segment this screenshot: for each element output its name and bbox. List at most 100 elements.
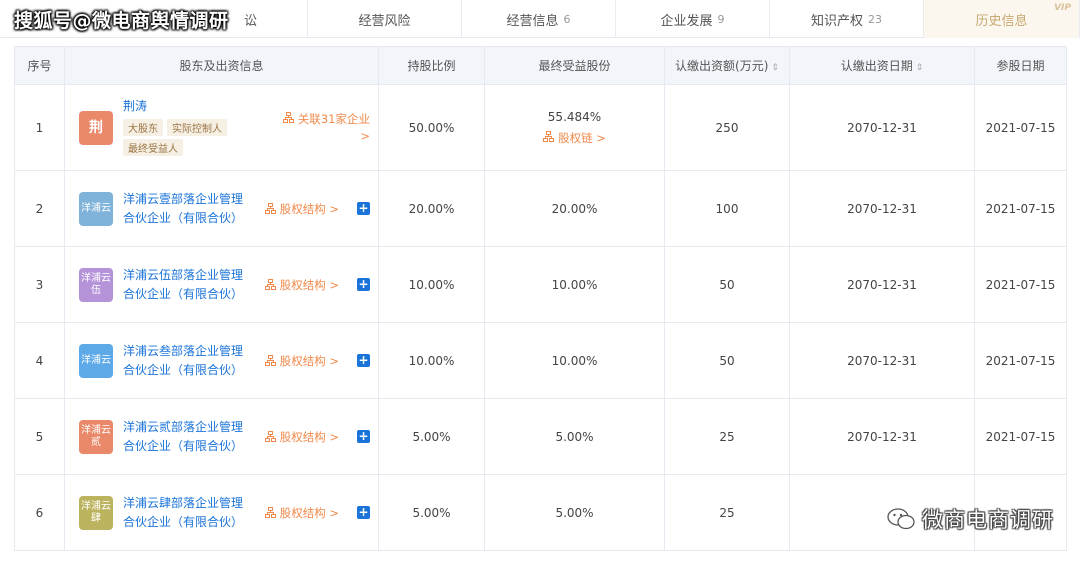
holder-name-link[interactable]: 洋浦云贰部落企业管理合伙企业（有限合伙） (123, 418, 243, 456)
equity-chain-link[interactable]: 股权链 > (485, 130, 664, 146)
org-chart-icon (264, 507, 276, 518)
final-share-value: 20.00% (551, 201, 598, 216)
holder-logo: 洋浦云 (79, 343, 113, 378)
equity-structure-label: 股权结构 > (279, 277, 339, 292)
tab-ip[interactable]: 知识产权 23 (770, 0, 924, 38)
cell-final-share: 10.00% (484, 322, 665, 399)
holder-logo: 洋浦云 (79, 191, 113, 226)
expand-plus-icon[interactable]: + (357, 430, 370, 443)
cell-index: 4 (14, 322, 65, 399)
cell-join-date: 2021-07-15 (974, 246, 1067, 323)
tab-business-risk[interactable]: 经营风险 (308, 0, 462, 38)
holder-logo: 洋浦云伍 (79, 267, 113, 302)
equity-structure-label: 股权结构 > (279, 353, 339, 368)
final-share-value: 10.00% (551, 353, 598, 368)
final-share-value: 5.00% (555, 429, 594, 444)
sort-icon[interactable]: ⇕ (771, 63, 779, 73)
cell-amount: 25 (664, 398, 790, 475)
cell-ratio: 10.00% (378, 246, 485, 323)
cell-amount: 50 (664, 322, 790, 399)
tab-development[interactable]: 企业发展 9 (616, 0, 770, 38)
tab-label: 历史信息 (975, 13, 1028, 29)
equity-structure-label: 股权结构 > (279, 201, 339, 216)
watermark: 微商电商调研 (886, 504, 1054, 534)
related-companies-link[interactable]: 关联31家企业 > (270, 111, 370, 145)
cell-final-share: 55.484% 股权链 > (484, 84, 665, 171)
watermark-text: 微商电商调研 (922, 508, 1054, 532)
expand-plus-icon[interactable]: + (357, 354, 370, 367)
tab-business-info[interactable]: 经营信息 6 (462, 0, 616, 38)
org-chart-icon (264, 431, 276, 442)
holder-tags: 大股东 实际控制人 最终受益人 (123, 118, 263, 159)
tab-label: 知识产权 (810, 13, 863, 29)
sort-icon[interactable]: ⇕ (916, 63, 924, 73)
holder-name-link[interactable]: 洋浦云肆部落企业管理合伙企业（有限合伙） (123, 494, 243, 532)
cell-holder: 洋浦云肆 洋浦云肆部落企业管理合伙企业（有限合伙） 股权结构 > + (64, 474, 379, 551)
overlay-title: 搜狐号@微电商舆情调研 (14, 10, 229, 32)
cell-holder: 洋浦云 洋浦云叁部落企业管理合伙企业（有限合伙） 股权结构 > + (64, 322, 379, 399)
vip-badge: VIP (1054, 3, 1071, 13)
tab-history[interactable]: 历史信息 VIP (924, 0, 1080, 38)
header-sub-date[interactable]: 认缴出资日期 ⇕ (789, 46, 975, 85)
tab-count: 6 (563, 12, 571, 26)
org-chart-icon (264, 355, 276, 366)
final-share-value: 55.484% (547, 109, 602, 124)
table-row: 2 洋浦云 洋浦云壹部落企业管理合伙企业（有限合伙） 股权结构 > +20.00% 20.… (14, 170, 1067, 247)
holder-tag: 最终受益人 (123, 138, 183, 156)
cell-index: 3 (14, 246, 65, 323)
tab-label: 讼 (243, 13, 257, 29)
cell-ratio: 5.00% (378, 474, 485, 551)
shareholder-table: 序号 股东及出资信息 持股比例 最终受益股份 认缴出资额(万元) ⇕ 认缴出资日期… (14, 46, 1067, 551)
equity-structure-label: 股权结构 > (279, 505, 339, 520)
holder-logo: 洋浦云肆 (79, 495, 113, 530)
cell-index: 2 (14, 170, 65, 247)
cell-amount: 50 (664, 246, 790, 323)
tab-count: 23 (868, 12, 882, 26)
tab-label: 企业发展 (660, 13, 713, 29)
cell-join-date: 2021-07-15 (974, 84, 1067, 171)
equity-structure-link[interactable]: 股权结构 > (264, 277, 339, 293)
cell-index: 1 (14, 84, 65, 171)
holder-logo: 荆 (79, 110, 113, 145)
equity-structure-label: 股权结构 > (279, 429, 339, 444)
equity-structure-link[interactable]: 股权结构 > (264, 353, 339, 369)
cell-holder: 洋浦云伍 洋浦云伍部落企业管理合伙企业（有限合伙） 股权结构 > + (64, 246, 379, 323)
header-index: 序号 (14, 46, 65, 85)
cell-final-share: 10.00% (484, 246, 665, 323)
holder-tag: 大股东 (123, 118, 163, 136)
expand-plus-icon[interactable]: + (357, 278, 370, 291)
cell-amount: 25 (664, 474, 790, 551)
header-amount-label: 认缴出资额(万元) (675, 59, 769, 73)
cell-amount: 250 (664, 84, 790, 171)
header-amount[interactable]: 认缴出资额(万元) ⇕ (664, 46, 790, 85)
equity-structure-link[interactable]: 股权结构 > (264, 429, 339, 445)
related-companies-label: 关联31家企业 > (297, 111, 370, 143)
equity-structure-link[interactable]: 股权结构 > (264, 201, 339, 217)
cell-sub-date: 2070-12-31 (789, 170, 975, 247)
holder-name-link[interactable]: 洋浦云壹部落企业管理合伙企业（有限合伙） (123, 190, 243, 228)
holder-name-link[interactable]: 洋浦云伍部落企业管理合伙企业（有限合伙） (123, 266, 243, 304)
expand-plus-icon[interactable]: + (357, 202, 370, 215)
final-share-value: 5.00% (555, 505, 594, 520)
header-sub-date-label: 认缴出资日期 (840, 59, 913, 73)
header-final-share: 最终受益股份 (484, 46, 665, 85)
expand-plus-icon[interactable]: + (357, 506, 370, 519)
cell-holder: 荆荆涛大股东 实际控制人 最终受益人 关联31家企业 > (64, 84, 379, 171)
cell-amount: 100 (664, 170, 790, 247)
cell-index: 6 (14, 474, 65, 551)
header-ratio: 持股比例 (378, 46, 485, 85)
holder-logo: 洋浦云贰 (79, 419, 113, 454)
table-header-row: 序号 股东及出资信息 持股比例 最终受益股份 认缴出资额(万元) ⇕ 认缴出资日期… (14, 46, 1067, 85)
holder-name-link[interactable]: 洋浦云叁部落企业管理合伙企业（有限合伙） (123, 342, 243, 380)
chain-icon (543, 130, 555, 142)
cell-join-date: 2021-07-15 (974, 398, 1067, 475)
cell-sub-date: 2070-12-31 (789, 246, 975, 323)
equity-structure-link[interactable]: 股权结构 > (264, 505, 339, 521)
tab-count: 9 (717, 12, 725, 26)
table-row: 4 洋浦云 洋浦云叁部落企业管理合伙企业（有限合伙） 股权结构 > +10.00% 10.… (14, 322, 1067, 399)
cell-ratio: 10.00% (378, 322, 485, 399)
holder-name-link[interactable]: 荆涛 (123, 97, 263, 116)
tab-label: 经营风险 (358, 13, 411, 29)
cell-sub-date: 2070-12-31 (789, 84, 975, 171)
equity-chain-label: 股权链 > (558, 130, 606, 145)
